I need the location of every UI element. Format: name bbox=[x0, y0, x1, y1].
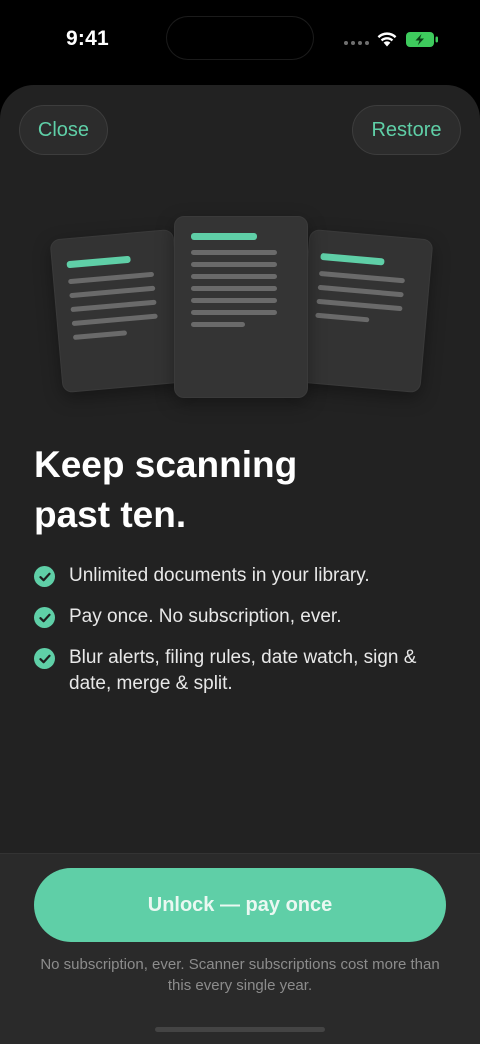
purchase-panel: Unlock — pay once No subscription, ever.… bbox=[0, 853, 480, 1044]
feature-item: Unlimited documents in your library. bbox=[34, 563, 454, 589]
page-title: Keep scanning past ten. bbox=[34, 440, 454, 540]
feature-list: Unlimited documents in your library. Pay… bbox=[34, 563, 454, 712]
wifi-icon bbox=[377, 32, 397, 47]
dynamic-island bbox=[166, 16, 314, 60]
feature-text: Blur alerts, filing rules, date watch, s… bbox=[69, 647, 417, 694]
title-line-1: Keep scanning bbox=[34, 444, 298, 485]
battery-charging-icon bbox=[406, 32, 438, 47]
feature-item: Pay once. No subscription, ever. bbox=[34, 604, 454, 630]
status-bar: 9:41 bbox=[0, 0, 480, 80]
title-line-2: past ten. bbox=[34, 494, 187, 535]
close-button[interactable]: Close bbox=[19, 105, 108, 155]
document-icon bbox=[49, 228, 187, 394]
document-icon bbox=[296, 228, 434, 394]
documents-illustration bbox=[0, 205, 480, 405]
unlock-button[interactable]: Unlock — pay once bbox=[34, 868, 446, 942]
feature-item: Blur alerts, filing rules, date watch, s… bbox=[34, 645, 454, 697]
status-time: 9:41 bbox=[66, 27, 109, 50]
restore-button[interactable]: Restore bbox=[352, 105, 461, 155]
document-icon bbox=[174, 216, 308, 398]
paywall-sheet: Close Restore Keep scanning past ten. Un… bbox=[0, 85, 480, 1044]
pricing-footnote: No subscription, ever. Scanner subscript… bbox=[40, 956, 440, 994]
home-indicator[interactable] bbox=[155, 1027, 325, 1032]
feature-text: Pay once. No subscription, ever. bbox=[69, 606, 342, 627]
checkmark-icon bbox=[34, 607, 55, 628]
feature-text: Unlimited documents in your library. bbox=[69, 565, 370, 586]
checkmark-icon bbox=[34, 648, 55, 669]
cellular-icon bbox=[344, 41, 369, 45]
checkmark-icon bbox=[34, 566, 55, 587]
